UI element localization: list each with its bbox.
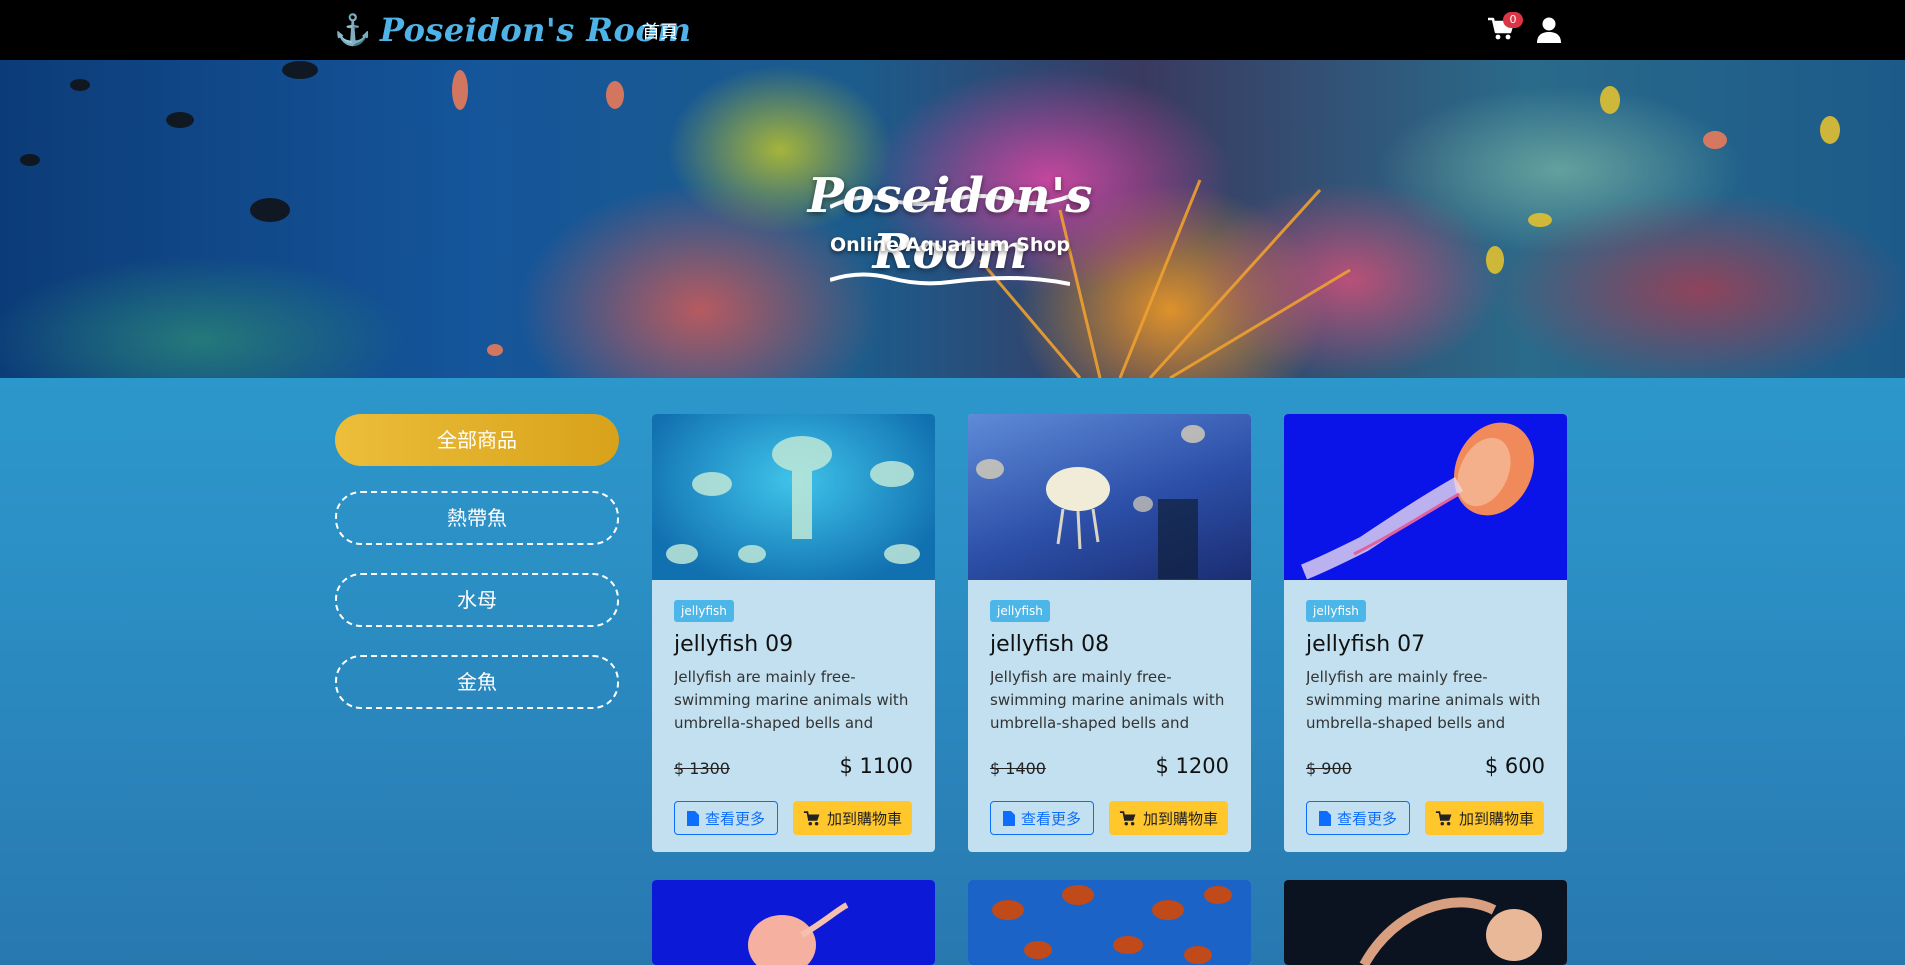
shopping-cart-icon [1119,810,1136,825]
jellyfish-illustration [1301,422,1534,580]
shopping-cart-icon [1435,810,1452,825]
file-icon [1319,810,1331,826]
anchor-icon: ⚓ [334,12,372,48]
add-to-cart-label: 加到購物車 [1143,809,1219,828]
sale-price: $ 600 [1484,754,1545,778]
file-icon [687,810,699,826]
jellyfish-illustration [1359,897,1542,965]
jellyfish-illustration [976,425,1205,579]
view-more-label: 查看更多 [705,809,766,828]
add-to-cart-button[interactable]: 加到購物車 [793,801,913,835]
category-goldfish-button[interactable]: 金魚 [335,655,619,709]
category-jellyfish-button[interactable]: 水母 [335,573,619,627]
file-icon [1003,810,1015,826]
hero-title: Poseidon's Room [807,168,1093,280]
view-more-button[interactable]: 查看更多 [674,801,779,835]
view-more-label: 查看更多 [1337,809,1398,828]
hero-subtitle: Online Aquarium Shop [829,234,1071,256]
product-image[interactable] [652,880,935,965]
category-all-button[interactable]: 全部商品 [335,414,619,466]
sale-price: $ 1200 [1155,754,1229,778]
hero-logo: Poseidon's Room Online Aquarium Shop [740,130,1160,310]
product-title: jellyfish 07 [1306,632,1426,657]
product-description: Jellyfish are mainly free-swimming marin… [1306,668,1541,732]
add-to-cart-button[interactable]: 加到購物車 [1109,801,1229,835]
add-to-cart-label: 加到購物車 [1459,809,1535,828]
shopping-cart-icon [803,810,820,825]
product-image[interactable] [1284,880,1567,965]
add-to-cart-button[interactable]: 加到購物車 [1425,801,1545,835]
jellyfish-illustration [748,902,849,965]
sale-price: $ 1100 [839,754,913,778]
product-description: Jellyfish are mainly free-swimming marin… [674,668,909,732]
nav-home-link[interactable]: 首頁 [642,18,678,44]
category-tropical-fish-button[interactable]: 熱帶魚 [335,491,619,545]
original-price: $ 900 [1306,759,1352,778]
hero-wave-bottom [830,272,1070,286]
product-image[interactable] [1284,414,1567,580]
product-card: jellyfish jellyfish 08 Jellyfish are mai… [968,414,1251,852]
product-image[interactable] [968,880,1251,965]
product-card: jellyfish jellyfish 09 Jellyfish are mai… [652,414,935,852]
product-title: jellyfish 08 [990,632,1110,657]
product-description: Jellyfish are mainly free-swimming marin… [990,668,1225,732]
category-tag: jellyfish [674,600,734,622]
category-tag: jellyfish [1306,600,1366,622]
jellyfish-illustration [992,885,1232,964]
product-card: jellyfish jellyfish 07 Jellyfish are mai… [1284,414,1567,852]
original-price: $ 1300 [674,759,730,778]
jellyfish-illustration [666,436,920,564]
add-to-cart-label: 加到購物車 [827,809,903,828]
product-card [968,880,1251,965]
product-image[interactable] [652,414,935,580]
category-tag: jellyfish [990,600,1050,622]
original-price: $ 1400 [990,759,1046,778]
user-icon[interactable] [1536,16,1562,44]
view-more-label: 查看更多 [1021,809,1082,828]
product-card [1284,880,1567,965]
product-image[interactable] [968,414,1251,580]
product-card [652,880,935,965]
view-more-button[interactable]: 查看更多 [990,801,1095,835]
hero-banner: Poseidon's Room Online Aquarium Shop [0,60,1905,378]
cart-count-badge: 0 [1503,12,1523,28]
brand-logo-link[interactable]: ⚓ Poseidon's Room [334,10,692,50]
product-title: jellyfish 09 [674,632,794,657]
top-navbar: ⚓ Poseidon's Room 首頁 0 [0,0,1905,60]
view-more-button[interactable]: 查看更多 [1306,801,1411,835]
